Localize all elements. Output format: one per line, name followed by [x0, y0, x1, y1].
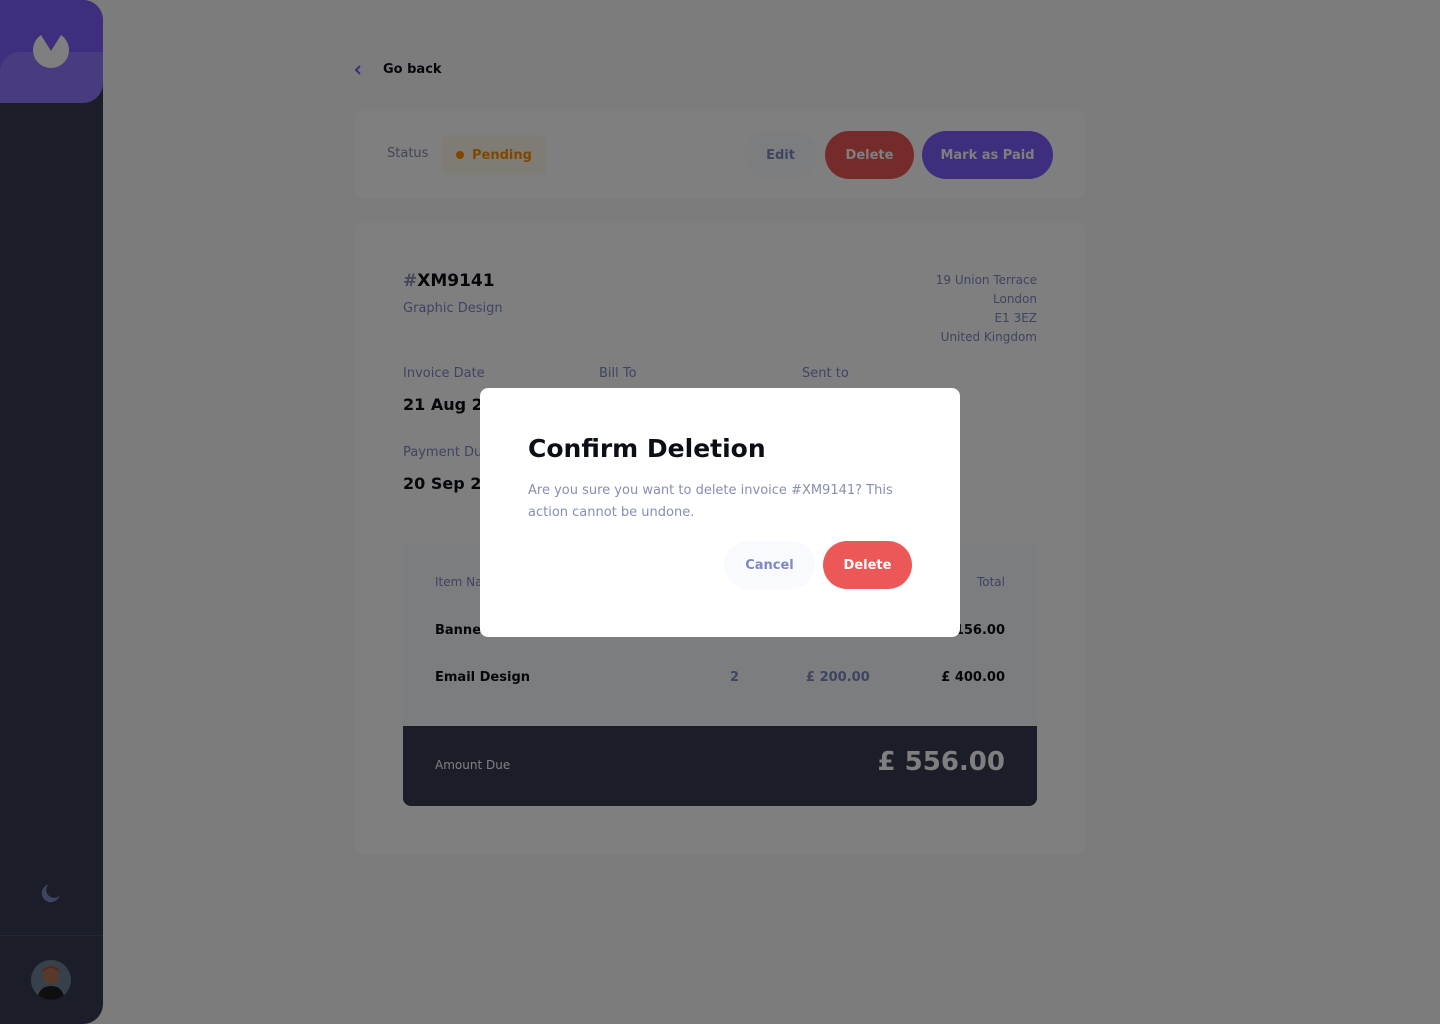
confirm-deletion-modal: Confirm Deletion Are you sure you want t… — [480, 388, 960, 637]
modal-title: Confirm Deletion — [528, 434, 766, 463]
cancel-button[interactable]: Cancel — [724, 541, 815, 589]
modal-text: Are you sure you want to delete invoice … — [528, 483, 893, 520]
confirm-delete-button[interactable]: Delete — [823, 541, 912, 589]
